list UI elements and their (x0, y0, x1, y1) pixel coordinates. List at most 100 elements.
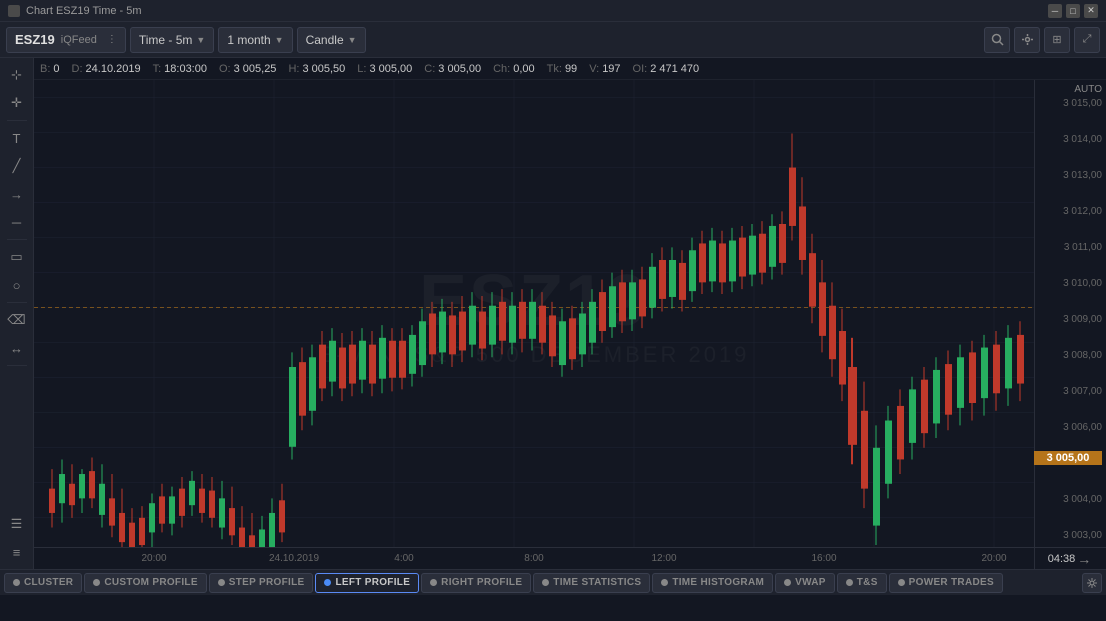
price-scale[interactable]: AUTO 3 015,00 3 014,00 3 013,00 3 012,00… (1034, 80, 1106, 547)
oi-info: OI: 2 471 470 (633, 63, 700, 75)
tab-right-profile[interactable]: RIGHT PROFILE (421, 573, 531, 593)
price-3004: 3 004,00 (1063, 494, 1102, 505)
price-3009: 3 009,00 (1063, 314, 1102, 325)
period-dropdown[interactable]: 1 month ▼ (218, 27, 292, 53)
chart-canvas[interactable]: ESZ19 E-MINI S&P 500 DECEMBER 2019 (34, 80, 1034, 547)
close-info: C: 3 005,00 (424, 63, 481, 75)
sidebar-divider-2 (7, 239, 27, 240)
rectangle-tool[interactable]: ▭ (4, 244, 30, 270)
low-label: L: (357, 63, 366, 75)
right-profile-dot (430, 579, 437, 586)
ticks-label: Tk: (547, 63, 562, 75)
symbol-name: ESZ19 (15, 32, 55, 47)
cluster-dot (13, 579, 20, 586)
price-3008: 3 008,00 (1063, 350, 1102, 361)
bottom-settings-button[interactable] (1082, 573, 1102, 593)
hline-tool[interactable]: ─ (4, 209, 30, 235)
left-profile-label: LEFT PROFILE (335, 577, 410, 588)
search-icon (991, 33, 1004, 46)
minimize-button[interactable]: ─ (1048, 4, 1062, 18)
cluster-label: CLUSTER (24, 577, 73, 588)
bid-label: B: (40, 63, 50, 75)
timeframe-arrow-icon: ▼ (196, 35, 205, 45)
date-info: D: 24.10.2019 (72, 63, 141, 75)
crosshair-tool[interactable]: ✛ (4, 90, 30, 116)
time-20-00-1: 20:00 (141, 553, 166, 564)
period-value: 1 month (227, 33, 270, 47)
volume-label: V: (589, 63, 599, 75)
price-3003: 3 003,00 (1063, 530, 1102, 541)
volume-value: 197 (602, 63, 620, 75)
open-label: O: (219, 63, 231, 75)
ticks-info: Tk: 99 (547, 63, 578, 75)
line-tool[interactable]: ╱ (4, 153, 30, 179)
time-8-00: 8:00 (524, 553, 543, 564)
price-3013: 3 013,00 (1063, 170, 1102, 181)
price-3012: 3 012,00 (1063, 206, 1102, 217)
tab-cluster[interactable]: CLUSTER (4, 573, 82, 593)
high-info: H: 3 005,50 (288, 63, 345, 75)
tab-power-trades[interactable]: POWER TRADES (889, 573, 1003, 593)
time-statistics-dot (542, 579, 549, 586)
date-label: D: (72, 63, 83, 75)
current-time: 04:38 (1048, 553, 1076, 565)
eraser-tool[interactable]: ⌫ (4, 307, 30, 333)
power-trades-dot (898, 579, 905, 586)
draw-list[interactable]: ≡ (4, 539, 30, 565)
time-nav-forward[interactable]: → (1075, 551, 1093, 567)
time-4-00: 4:00 (394, 553, 413, 564)
tab-ts[interactable]: T&S (837, 573, 887, 593)
circle-tool[interactable]: ○ (4, 272, 30, 298)
custom-profile-label: CUSTOM PROFILE (104, 577, 197, 588)
time-current-display: 04:38 → (1034, 548, 1106, 569)
search-button[interactable] (984, 27, 1010, 53)
change-value: 0,00 (513, 63, 534, 75)
candlestick-chart (34, 80, 1034, 547)
current-price-label: 3 005,00 (1034, 451, 1102, 465)
time-histogram-dot (661, 579, 668, 586)
layers-button[interactable]: ⊞ (1044, 27, 1070, 53)
tab-custom-profile[interactable]: CUSTOM PROFILE (84, 573, 206, 593)
measure-tool[interactable]: ↔ (4, 335, 30, 361)
ts-label: T&S (857, 577, 878, 588)
high-value: 3 005,50 (302, 63, 345, 75)
cursor-tool[interactable]: ⊹ (4, 62, 30, 88)
low-value: 3 005,00 (369, 63, 412, 75)
close-button[interactable]: ✕ (1084, 4, 1098, 18)
tab-time-histogram[interactable]: TIME HISTOGRAM (652, 573, 773, 593)
symbol-selector[interactable]: ESZ19 iQFeed ⋮ (6, 27, 126, 53)
ticks-value: 99 (565, 63, 577, 75)
text-tool[interactable]: T (4, 125, 30, 151)
tab-time-statistics[interactable]: TIME STATISTICS (533, 573, 650, 593)
price-3007: 3 007,00 (1063, 386, 1102, 397)
ts-dot (846, 579, 853, 586)
sidebar-divider-3 (7, 302, 27, 303)
tab-vwap[interactable]: VWAP (775, 573, 835, 593)
timeframe-dropdown[interactable]: Time - 5m ▼ (130, 27, 214, 53)
maximize-button[interactable]: □ (1066, 4, 1080, 18)
time-16-00: 16:00 (811, 553, 836, 564)
data-feed: iQFeed (61, 34, 97, 46)
settings-button[interactable] (1014, 27, 1040, 53)
right-profile-label: RIGHT PROFILE (441, 577, 522, 588)
sidebar-divider-1 (7, 120, 27, 121)
custom-profile-dot (93, 579, 100, 586)
tab-step-profile[interactable]: STEP PROFILE (209, 573, 314, 593)
expand-button[interactable]: ⤢ (1074, 27, 1100, 53)
tab-left-profile[interactable]: LEFT PROFILE (315, 573, 419, 593)
left-profile-dot (324, 579, 331, 586)
time-axis: 20:00 24.10.2019 4:00 8:00 12:00 16:00 2… (34, 547, 1106, 569)
step-profile-label: STEP PROFILE (229, 577, 305, 588)
price-3005-marker: 3 005,00 (1034, 451, 1102, 465)
window-controls: ─ □ ✕ (1048, 4, 1098, 18)
bid-value: 0 (53, 63, 59, 75)
app-icon (8, 5, 20, 17)
chart-type-dropdown[interactable]: Candle ▼ (297, 27, 366, 53)
time-24-10: 24.10.2019 (269, 553, 319, 564)
chart-type-value: Candle (306, 33, 344, 47)
oi-label: OI: (633, 63, 648, 75)
tool-settings[interactable]: ☰ (4, 511, 30, 537)
ray-tool[interactable]: → (4, 181, 30, 207)
chart-type-arrow-icon: ▼ (348, 35, 357, 45)
time-value: 18:03:00 (164, 63, 207, 75)
